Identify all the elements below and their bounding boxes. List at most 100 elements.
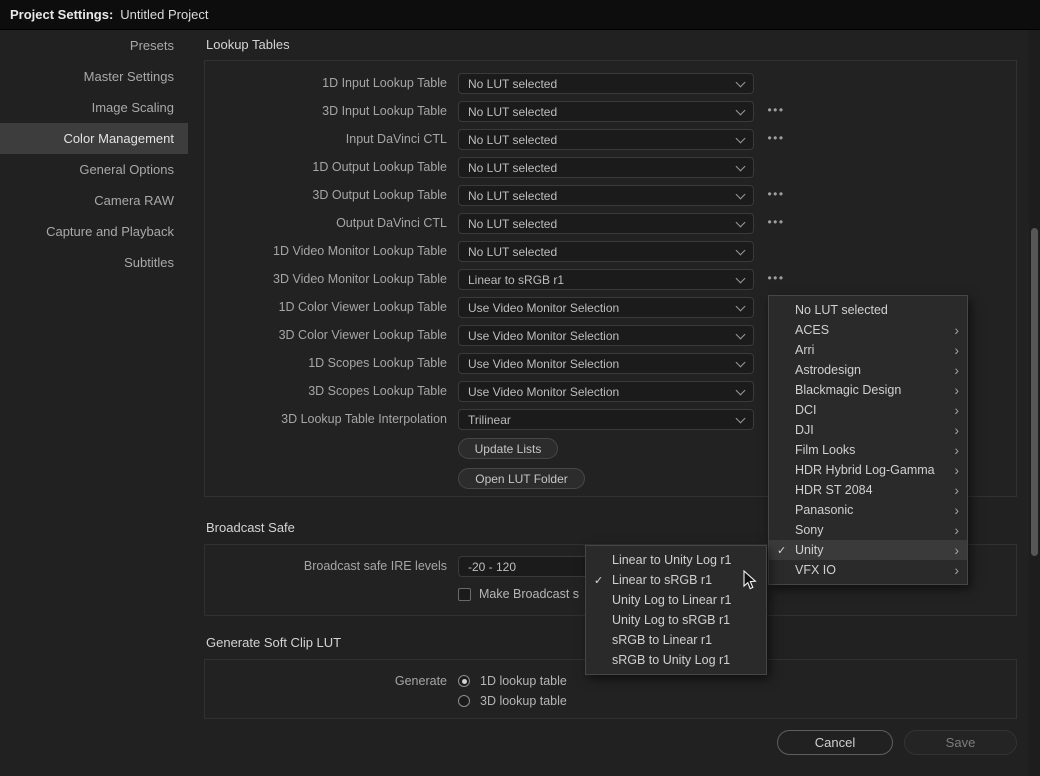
menu-item-hdr-hybrid-log-gamma[interactable]: HDR Hybrid Log-Gamma› [769,460,967,480]
menu-item-no-lut-selected[interactable]: No LUT selected [769,300,967,320]
dropdown-1d-input-lut[interactable]: No LUT selected [458,73,754,94]
dropdown-1d-video-monitor-lut[interactable]: No LUT selected [458,241,754,262]
submenu-arrow-icon: › [954,523,961,537]
cancel-button[interactable]: Cancel [777,730,893,755]
dropdown-3d-lut-interpolation[interactable]: Trilinear [458,409,754,430]
submenu-arrow-icon: › [954,543,961,557]
submenu-arrow-icon: › [954,423,961,437]
menu-item-dji[interactable]: DJI› [769,420,967,440]
update-lists-button[interactable]: Update Lists [458,438,558,459]
field-label: 1D Output Lookup Table [204,157,447,178]
menu-item-panasonic[interactable]: Panasonic› [769,500,967,520]
chevron-down-icon [736,105,746,115]
menu-item-arri[interactable]: Arri› [769,340,967,360]
make-broadcast-safe-checkbox[interactable] [458,588,471,601]
menu-item-label: Astrodesign [795,363,954,377]
menu-item-label: Film Looks [795,443,954,457]
more-options-button[interactable]: ••• [762,185,790,206]
sidebar-item-general-options[interactable]: General Options [0,154,188,185]
scrollbar-thumb[interactable] [1031,228,1038,556]
menu-item-label: Unity Log to Linear r1 [612,593,760,607]
menu-item-hdr-st-2084[interactable]: HDR ST 2084› [769,480,967,500]
sidebar-item-color-management[interactable]: Color Management [0,123,188,154]
menu-item-label: DCI [795,403,954,417]
menu-item-film-looks[interactable]: Film Looks› [769,440,967,460]
dropdown-value: No LUT selected [468,77,737,91]
title-bar: Project Settings: Untitled Project [0,0,1040,30]
radio-label: 1D lookup table [480,673,567,689]
dropdown-value: No LUT selected [468,105,737,119]
submenu-item-srgb-to-unity-log-r1[interactable]: sRGB to Unity Log r1 [586,650,766,670]
dropdown-3d-input-lut[interactable]: No LUT selected [458,101,754,122]
dropdown-1d-scopes-lut[interactable]: Use Video Monitor Selection [458,353,754,374]
more-options-button[interactable]: ••• [762,269,790,290]
sidebar-item-label: Color Management [63,131,174,146]
submenu-arrow-icon: › [954,383,961,397]
chevron-down-icon [736,329,746,339]
submenu-arrow-icon: › [954,463,961,477]
dropdown-1d-color-viewer-lut[interactable]: Use Video Monitor Selection [458,297,754,318]
sidebar-item-label: General Options [79,162,174,177]
sidebar-item-capture-and-playback[interactable]: Capture and Playback [0,216,188,247]
sidebar-item-presets[interactable]: Presets [0,30,188,61]
checkbox-label: Make Broadcast s [479,586,579,602]
submenu-arrow-icon: › [954,563,961,577]
menu-item-dci[interactable]: DCI› [769,400,967,420]
menu-item-label: sRGB to Linear r1 [612,633,760,647]
submenu-item-linear-to-srgb-r1[interactable]: ✓Linear to sRGB r1 [586,570,766,590]
dropdown-1d-output-lut[interactable]: No LUT selected [458,157,754,178]
dropdown-3d-scopes-lut[interactable]: Use Video Monitor Selection [458,381,754,402]
sidebar-item-subtitles[interactable]: Subtitles [0,247,188,278]
menu-item-label: Linear to Unity Log r1 [612,553,760,567]
save-button[interactable]: Save [904,730,1017,755]
dropdown-value: Use Video Monitor Selection [468,301,737,315]
more-options-button[interactable]: ••• [762,129,790,150]
sidebar-item-camera-raw[interactable]: Camera RAW [0,185,188,216]
menu-item-astrodesign[interactable]: Astrodesign› [769,360,967,380]
dropdown-value: Use Video Monitor Selection [468,329,737,343]
menu-item-label: No LUT selected [795,303,961,317]
submenu-item-unity-log-to-linear-r1[interactable]: Unity Log to Linear r1 [586,590,766,610]
sidebar-item-image-scaling[interactable]: Image Scaling [0,92,188,123]
field-label: 1D Color Viewer Lookup Table [204,297,447,318]
menu-item-aces[interactable]: ACES› [769,320,967,340]
more-options-button[interactable]: ••• [762,101,790,122]
sidebar-item-label: Master Settings [84,69,174,84]
chevron-down-icon [736,357,746,367]
menu-item-sony[interactable]: Sony› [769,520,967,540]
chevron-down-icon [736,245,746,255]
field-label: 1D Video Monitor Lookup Table [204,241,447,262]
radio-3d-lookup-table[interactable] [458,695,470,707]
project-name: Untitled Project [120,7,208,22]
menu-item-label: Unity [795,543,954,557]
submenu-arrow-icon: › [954,403,961,417]
submenu-arrow-icon: › [954,343,961,357]
menu-item-vfx-io[interactable]: VFX IO› [769,560,967,580]
submenu-item-srgb-to-linear-r1[interactable]: sRGB to Linear r1 [586,630,766,650]
menu-item-unity[interactable]: ✓Unity› [769,540,967,560]
sidebar-item-master-settings[interactable]: Master Settings [0,61,188,92]
menu-item-label: HDR ST 2084 [795,483,954,497]
dropdown-input-davinci-ctl[interactable]: No LUT selected [458,129,754,150]
section-header-generate-soft-clip-lut: Generate Soft Clip LUT [206,635,341,651]
open-lut-folder-button[interactable]: Open LUT Folder [458,468,585,489]
dropdown-3d-output-lut[interactable]: No LUT selected [458,185,754,206]
lut-category-menu: No LUT selected ACES› Arri› Astrodesign›… [768,295,968,585]
sidebar-item-label: Camera RAW [94,193,174,208]
menu-item-blackmagic-design[interactable]: Blackmagic Design› [769,380,967,400]
chevron-down-icon [736,217,746,227]
dropdown-value: No LUT selected [468,245,737,259]
field-label: Input DaVinci CTL [204,129,447,150]
project-settings-window: Project Settings: Untitled Project Prese… [0,0,1040,776]
submenu-arrow-icon: › [954,443,961,457]
dropdown-output-davinci-ctl[interactable]: No LUT selected [458,213,754,234]
more-options-button[interactable]: ••• [762,213,790,234]
dropdown-3d-color-viewer-lut[interactable]: Use Video Monitor Selection [458,325,754,346]
checkmark-icon: ✓ [777,544,795,557]
dropdown-value: Use Video Monitor Selection [468,357,737,371]
submenu-item-unity-log-to-srgb-r1[interactable]: Unity Log to sRGB r1 [586,610,766,630]
radio-label: 3D lookup table [480,693,567,709]
dropdown-3d-video-monitor-lut[interactable]: Linear to sRGB r1 [458,269,754,290]
radio-1d-lookup-table[interactable] [458,675,470,687]
submenu-item-linear-to-unity-log-r1[interactable]: Linear to Unity Log r1 [586,550,766,570]
